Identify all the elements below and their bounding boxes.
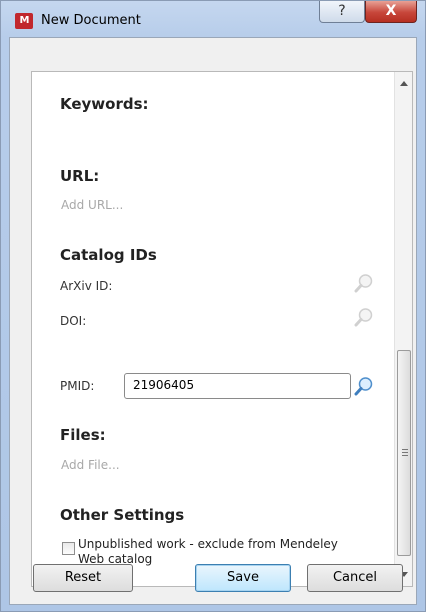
unpublished-checkbox[interactable]: [62, 542, 75, 555]
reset-button[interactable]: Reset: [33, 564, 133, 592]
details-scroll-panel: Keywords: URL: Add URL... Catalog IDs Ar…: [31, 71, 413, 587]
arxiv-id-label: ArXiv ID:: [60, 279, 113, 293]
pmid-lookup-icon[interactable]: [354, 376, 374, 396]
cancel-button[interactable]: Cancel: [307, 564, 403, 592]
files-heading: Files:: [60, 426, 106, 444]
help-button[interactable]: ?: [319, 1, 365, 23]
grip-line: [402, 449, 408, 450]
grip-line: [402, 455, 408, 456]
dialog-body: Keywords: URL: Add URL... Catalog IDs Ar…: [9, 37, 417, 605]
scroll-up-arrow-icon[interactable]: [400, 81, 408, 86]
window-title: New Document: [41, 13, 141, 28]
save-button[interactable]: Save: [195, 564, 291, 592]
new-document-dialog: M New Document ? X Keywords: URL: Add UR…: [0, 0, 426, 612]
scroll-thumb[interactable]: [397, 350, 411, 556]
add-url-field[interactable]: Add URL...: [61, 198, 123, 212]
vertical-scrollbar[interactable]: [394, 72, 412, 586]
unpublished-label: Unpublished work - exclude from Mendeley…: [78, 537, 338, 566]
pmid-label: PMID:: [60, 379, 95, 393]
arxiv-lookup-icon[interactable]: [354, 273, 374, 293]
doi-label: DOI:: [60, 314, 87, 328]
grip-line: [402, 452, 408, 453]
mendeley-logo-icon: M: [15, 13, 33, 29]
add-file-field[interactable]: Add File...: [61, 458, 120, 472]
keywords-heading: Keywords:: [60, 95, 149, 113]
title-bar[interactable]: M New Document ? X: [1, 1, 425, 37]
url-heading: URL:: [60, 167, 100, 185]
catalog-ids-heading: Catalog IDs: [60, 246, 157, 264]
pmid-input[interactable]: 21906405: [124, 373, 351, 399]
close-button[interactable]: X: [365, 1, 417, 23]
doi-lookup-icon[interactable]: [354, 307, 374, 327]
other-settings-heading: Other Settings: [60, 506, 185, 524]
